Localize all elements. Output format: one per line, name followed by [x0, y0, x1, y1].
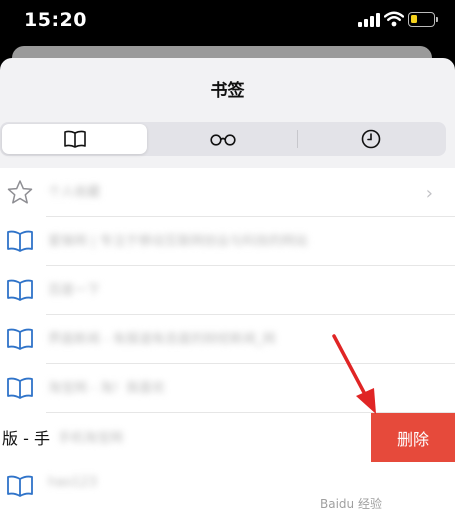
- status-bar: 15:20: [0, 0, 455, 42]
- bookmarks-tab-control: [0, 122, 446, 156]
- list-item-swiped[interactable]: 版 - 手 手机淘宝网 删除: [0, 413, 455, 462]
- book-icon: [63, 130, 86, 148]
- red-arrow-annotation: [332, 334, 376, 414]
- phone-screen: 15:20 书签 个人收藏 › 爱锋网 | 专注于移动互联网创业与科技的网站 百…: [0, 0, 455, 521]
- battery-icon: [408, 12, 438, 27]
- tab-history[interactable]: [298, 124, 444, 154]
- tab-bookmarks[interactable]: [2, 124, 147, 154]
- list-item-label: 个人收藏: [48, 185, 101, 200]
- list-item-label: 界面新闻 - 有报道有态度的财经新闻_网: [48, 332, 276, 347]
- list-item-label: 淘宝网 - 淘！我喜欢: [48, 381, 165, 396]
- reading-list-glasses-icon: [210, 134, 236, 146]
- book-icon: [7, 475, 33, 497]
- list-item[interactable]: 百度一下: [0, 266, 455, 315]
- list-item-label: 爱锋网 | 专注于移动互联网创业与科技的网站: [48, 234, 308, 249]
- book-icon: [7, 328, 33, 350]
- chevron-right-icon: ›: [425, 183, 433, 204]
- watermark: Baidu 经验: [320, 497, 382, 511]
- status-time: 15:20: [24, 9, 87, 31]
- list-item-label: 百度一下: [48, 283, 101, 298]
- tab-reading-list[interactable]: [150, 124, 296, 154]
- book-icon: [7, 279, 33, 301]
- list-item[interactable]: hao123: [0, 462, 455, 511]
- star-icon: [7, 180, 33, 204]
- sheet-title: 书签: [210, 81, 245, 101]
- list-item-label: hao123: [48, 475, 97, 490]
- book-icon: [7, 230, 33, 252]
- list-item[interactable]: 爱锋网 | 专注于移动互联网创业与科技的网站: [0, 217, 455, 266]
- book-icon: [7, 377, 33, 399]
- wifi-icon: [384, 11, 404, 27]
- list-item-favorites[interactable]: 个人收藏 ›: [0, 168, 455, 217]
- bookmarks-sheet: 书签 个人收藏 › 爱锋网 | 专注于移动互联网创业与科技的网站 百度一下 界面…: [0, 58, 455, 521]
- cellular-signal-icon: [358, 13, 380, 27]
- delete-button[interactable]: 删除: [371, 413, 455, 462]
- swiped-row-partial-text: 版 - 手: [2, 429, 50, 448]
- list-item-label: 手机淘宝网: [58, 431, 124, 446]
- history-clock-icon: [361, 129, 381, 149]
